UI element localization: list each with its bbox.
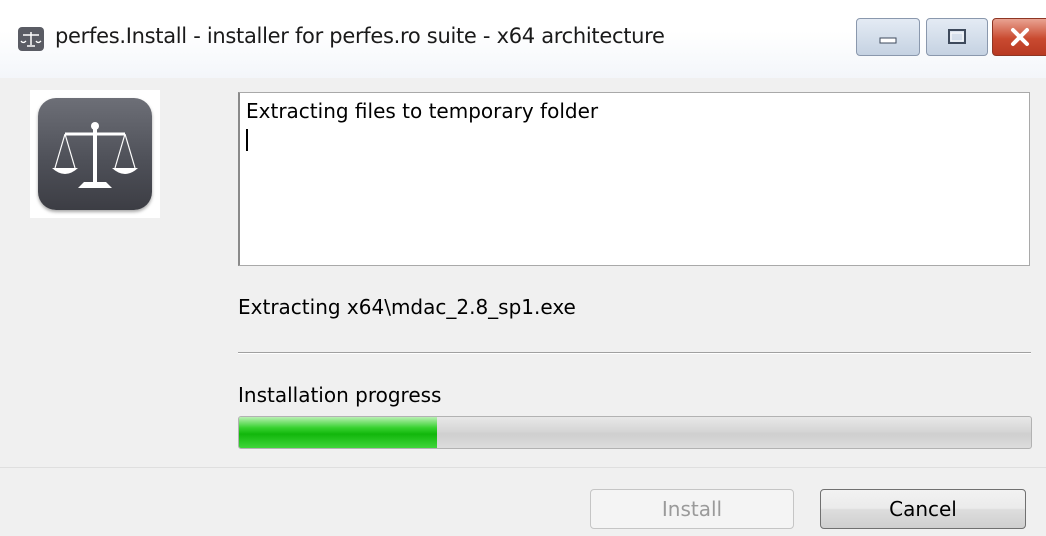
- log-text: Extracting files to temporary folder: [246, 99, 599, 123]
- app-logo: [30, 90, 160, 218]
- maximize-button[interactable]: [926, 18, 988, 56]
- separator: [238, 352, 1031, 353]
- cancel-button[interactable]: Cancel: [820, 489, 1026, 529]
- close-button[interactable]: [992, 18, 1046, 56]
- scales-logo-icon: [52, 122, 138, 188]
- status-text: Extracting x64\mdac_2.8_sp1.exe: [238, 295, 576, 319]
- progress-fill: [239, 417, 437, 448]
- install-button[interactable]: Install: [590, 489, 794, 529]
- logo-tile: [38, 98, 152, 210]
- minimize-icon: [879, 37, 897, 44]
- title-bar[interactable]: perfes.Install - installer for perfes.ro…: [0, 0, 1046, 78]
- text-caret: [246, 129, 248, 151]
- maximize-icon: [948, 29, 966, 44]
- log-textarea[interactable]: Extracting files to temporary folder: [238, 92, 1030, 266]
- scales-icon: [18, 27, 44, 51]
- installer-window: perfes.Install - installer for perfes.ro…: [0, 0, 1046, 536]
- window-title: perfes.Install - installer for perfes.ro…: [55, 24, 665, 48]
- minimize-button[interactable]: [856, 18, 920, 56]
- footer-divider: [0, 467, 1046, 468]
- close-icon: [1011, 28, 1029, 46]
- progress-label: Installation progress: [238, 383, 442, 407]
- progress-bar: [238, 416, 1032, 449]
